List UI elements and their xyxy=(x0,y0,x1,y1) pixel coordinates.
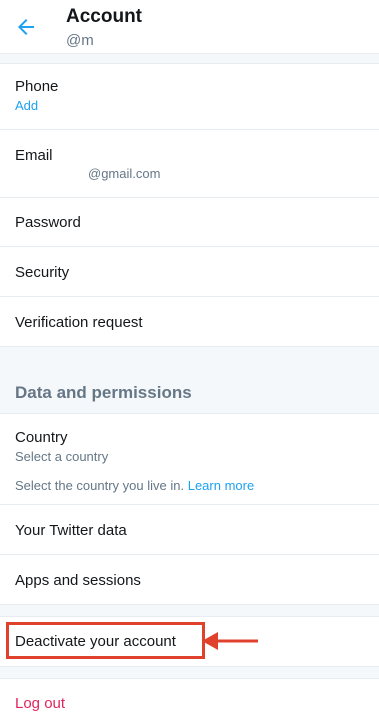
country-note: Select the country you live in. Learn mo… xyxy=(15,478,254,493)
email-label: Email xyxy=(15,147,53,164)
phone-row[interactable]: Phone Add xyxy=(0,64,379,130)
country-row[interactable]: Country Select a country Select the coun… xyxy=(0,414,379,505)
password-row[interactable]: Password xyxy=(0,198,379,247)
section-divider xyxy=(0,667,379,679)
learn-more-link[interactable]: Learn more xyxy=(188,478,254,493)
twitter-data-row[interactable]: Your Twitter data xyxy=(0,505,379,555)
country-note-text: Select the country you live in. xyxy=(15,478,185,493)
account-handle: @m xyxy=(66,32,94,49)
logout-row[interactable]: Log out xyxy=(0,679,379,728)
password-label: Password xyxy=(15,214,81,231)
country-value: Select a country xyxy=(15,449,109,464)
twitter-data-label: Your Twitter data xyxy=(15,522,127,539)
arrow-left-icon xyxy=(18,19,34,35)
country-label: Country xyxy=(15,429,68,446)
phone-add-link[interactable]: Add xyxy=(15,98,38,113)
apps-sessions-label: Apps and sessions xyxy=(15,572,141,589)
back-button[interactable] xyxy=(14,15,38,39)
apps-sessions-row[interactable]: Apps and sessions xyxy=(0,555,379,605)
logout-label: Log out xyxy=(15,695,66,712)
verification-row[interactable]: Verification request xyxy=(0,297,379,347)
annotation-highlight-box xyxy=(6,622,205,659)
section-title-data-permissions: Data and permissions xyxy=(15,383,192,402)
annotation-arrow-icon xyxy=(202,632,258,650)
section-divider xyxy=(0,54,379,64)
security-row[interactable]: Security xyxy=(0,247,379,297)
section-divider xyxy=(0,605,379,617)
email-row[interactable]: Email @gmail.com xyxy=(0,130,379,198)
page-title: Account xyxy=(66,6,142,27)
verification-label: Verification request xyxy=(15,314,143,331)
email-value: @gmail.com xyxy=(88,166,161,181)
section-header-bg xyxy=(0,347,379,414)
app-header: Account @m xyxy=(0,0,379,54)
security-label: Security xyxy=(15,264,70,281)
phone-label: Phone xyxy=(15,78,59,95)
